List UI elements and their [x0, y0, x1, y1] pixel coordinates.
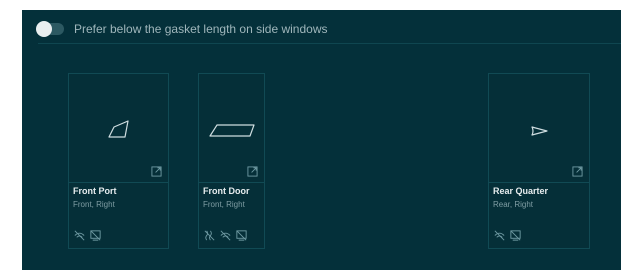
glass-card-front-port[interactable]: Front Port Front, Right: [68, 73, 169, 249]
sensor-off-icon: [220, 230, 231, 241]
glass-selection-panel: Prefer below the gasket length on side w…: [22, 10, 621, 270]
no-frame-icon: [510, 230, 521, 241]
no-frame-icon: [90, 230, 101, 241]
open-detail-icon[interactable]: [151, 166, 162, 177]
preference-label: Prefer below the gasket length on side w…: [74, 22, 328, 36]
card-illustration: [69, 74, 168, 183]
card-title: Front Port: [73, 186, 117, 196]
card-subtitle: Front, Right: [203, 200, 245, 209]
toggle-knob: [36, 21, 52, 37]
preference-toggle[interactable]: [36, 21, 64, 37]
card-illustration: [489, 74, 589, 183]
glass-card-front-door[interactable]: Front Door Front, Right: [198, 73, 265, 249]
sensor-off-icon: [74, 230, 85, 241]
card-feature-icons: [203, 229, 248, 242]
front-port-glass-shape-icon: [108, 120, 129, 138]
card-title: Rear Quarter: [493, 186, 549, 196]
rear-quarter-glass-shape-icon: [531, 126, 548, 136]
front-door-glass-shape-icon: [209, 124, 255, 137]
card-title: Front Door: [203, 186, 250, 196]
divider: [38, 43, 621, 44]
sensor-off-icon: [494, 230, 505, 241]
heater-off-icon: [204, 230, 215, 241]
glass-card-rear-quarter[interactable]: Rear Quarter Rear, Right: [488, 73, 590, 249]
card-subtitle: Rear, Right: [493, 200, 534, 209]
no-frame-icon: [236, 230, 247, 241]
open-detail-icon[interactable]: [572, 166, 583, 177]
card-feature-icons: [73, 229, 102, 242]
card-feature-icons: [493, 229, 522, 242]
card-illustration: [199, 74, 264, 183]
preference-row: Prefer below the gasket length on side w…: [36, 20, 328, 38]
card-subtitle: Front, Right: [73, 200, 115, 209]
open-detail-icon[interactable]: [247, 166, 258, 177]
